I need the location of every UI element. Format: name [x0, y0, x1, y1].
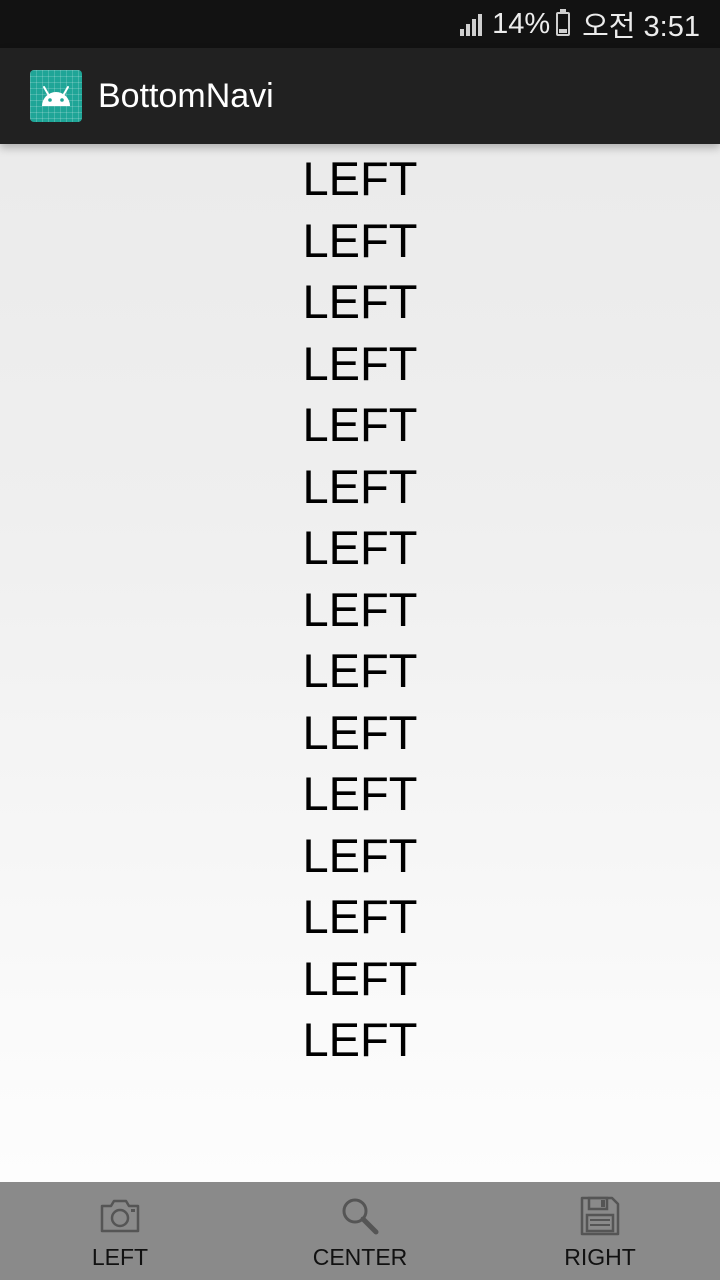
left-list: LEFT LEFT LEFT LEFT LEFT LEFT LEFT LEFT … — [0, 144, 720, 1071]
list-item: LEFT — [302, 644, 418, 697]
list-item: LEFT — [302, 890, 418, 943]
clock: 오전 3:51 — [582, 11, 700, 43]
list-item: LEFT — [302, 521, 418, 574]
nav-label-right: RIGHT — [564, 1244, 636, 1270]
content-scroll[interactable]: LEFT LEFT LEFT LEFT LEFT LEFT LEFT LEFT … — [0, 144, 720, 1182]
camera-icon — [98, 1194, 142, 1238]
list-item: LEFT — [302, 582, 418, 636]
nav-label-center: CENTER — [312, 1244, 408, 1270]
list-item: LEFT — [302, 459, 418, 513]
battery-percent: 14% — [492, 7, 551, 40]
nav-label-left: LEFT — [91, 1244, 149, 1270]
list-item: LEFT — [302, 336, 418, 390]
android-icon — [30, 70, 82, 122]
nav-item-center[interactable]: CENTER — [240, 1182, 480, 1280]
app-title: BottomNavi — [98, 76, 274, 115]
app-bar: BottomNavi — [0, 48, 720, 144]
save-icon — [578, 1194, 622, 1238]
list-item: LEFT — [302, 828, 418, 882]
signal-icon — [460, 12, 484, 36]
nav-item-right[interactable]: RIGHT — [480, 1182, 720, 1280]
list-item: LEFT — [302, 1013, 418, 1066]
nav-item-left[interactable]: LEFT — [0, 1182, 240, 1280]
screen: 14% 오전 3:51 BottomNavi LEFT LEFT LEFT LE… — [0, 0, 720, 1280]
list-item: LEFT — [302, 767, 418, 820]
status-bar: 14% 오전 3:51 — [0, 0, 720, 48]
list-item: LEFT — [302, 705, 418, 759]
bottom-navigation: LEFT CENTER RIGHT — [0, 1182, 720, 1280]
list-item: LEFT — [302, 951, 418, 1005]
search-icon — [338, 1194, 382, 1238]
list-item: LEFT — [302, 213, 418, 267]
list-item: LEFT — [302, 152, 418, 205]
battery-icon — [556, 9, 571, 36]
list-item: LEFT — [302, 398, 418, 451]
list-item: LEFT — [302, 275, 418, 328]
